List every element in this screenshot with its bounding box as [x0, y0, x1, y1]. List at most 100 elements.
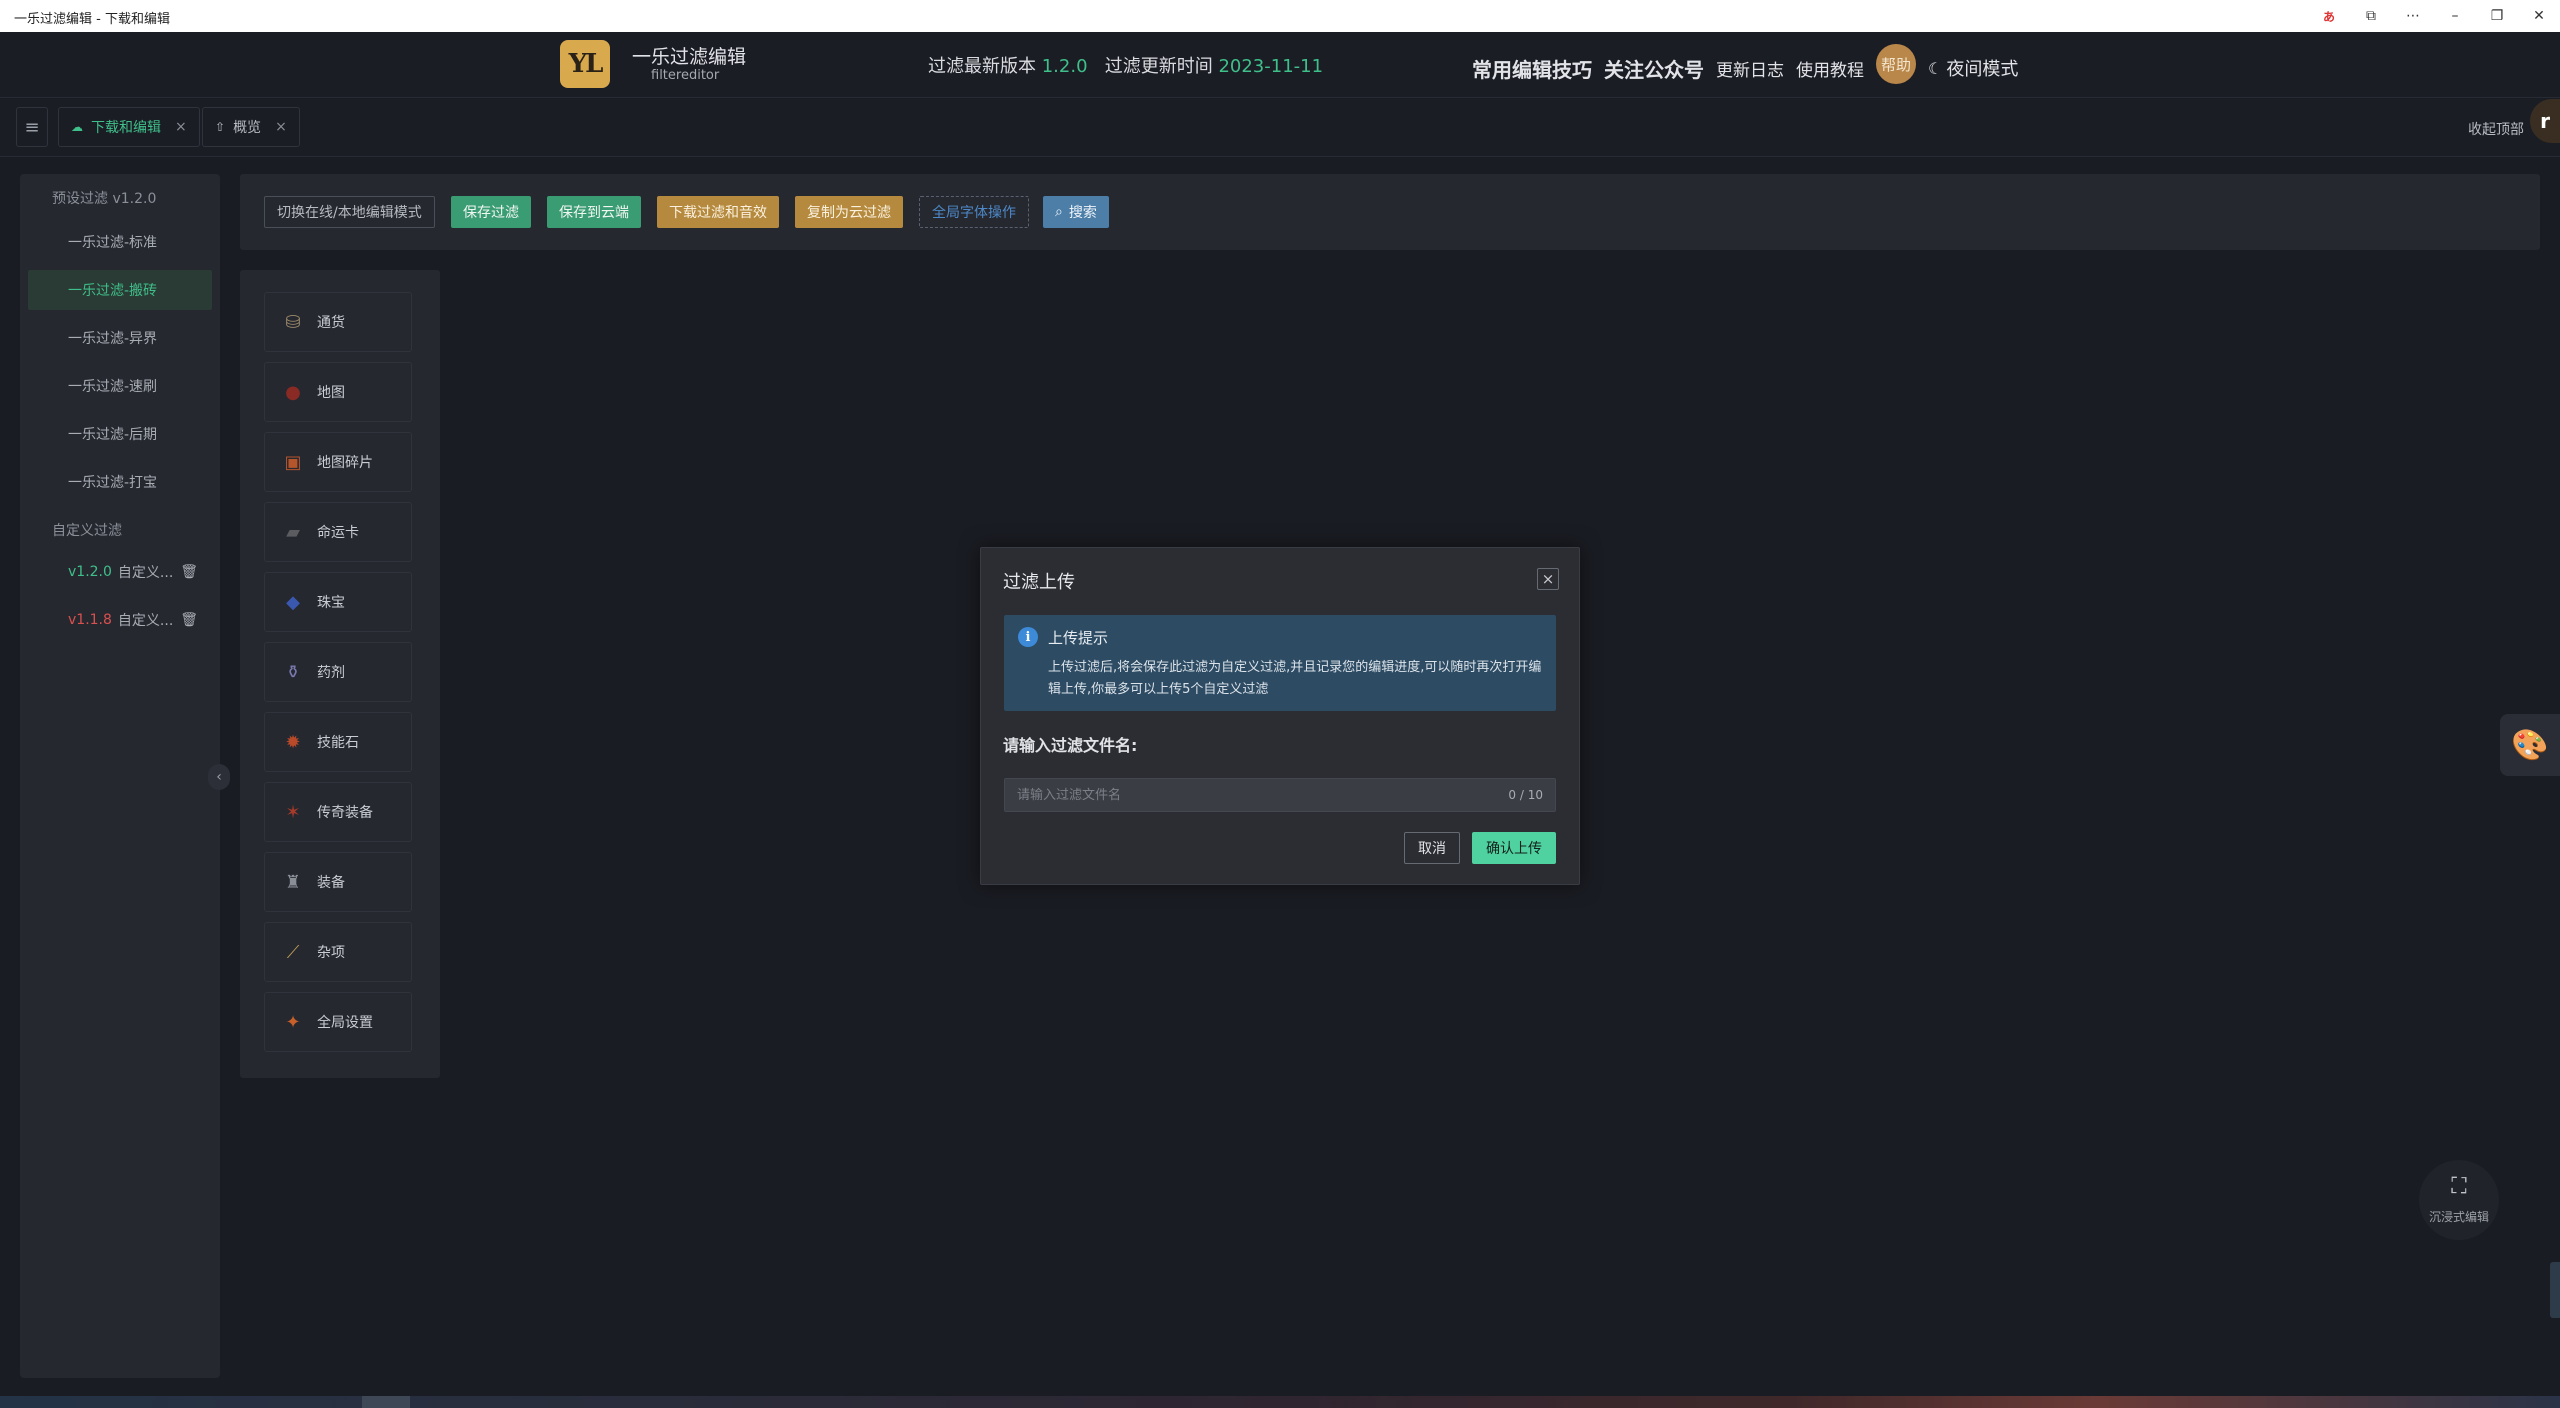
- taskbar-thumbnail[interactable]: [362, 1396, 410, 1408]
- category-label: 杂项: [317, 945, 345, 961]
- notice-body: 上传过滤后,将会保存此过滤为自定义过滤,并且记录您的编辑进度,可以随时再次打开编…: [1048, 660, 1542, 697]
- close-icon[interactable]: ✕: [2518, 0, 2560, 32]
- minimize-icon[interactable]: –: [2434, 0, 2476, 32]
- global-settings-icon: ✦: [285, 1011, 301, 1033]
- search-label: 搜索: [1068, 205, 1097, 221]
- cancel-button[interactable]: 取消: [1404, 832, 1460, 864]
- help-button[interactable]: 帮助: [1876, 44, 1916, 84]
- custom-name: 自定义...: [117, 565, 174, 581]
- fullscreen-icon: ⛶: [2451, 1173, 2467, 1199]
- trash-icon[interactable]: 🗑: [180, 564, 198, 580]
- category-label: 传奇装备: [317, 805, 373, 821]
- sidebar-collapse-chevron-icon[interactable]: ‹: [208, 764, 230, 790]
- custom-version: v1.1.8: [68, 612, 112, 628]
- currency-icon: ⛁: [285, 311, 301, 333]
- changelog-link[interactable]: 更新日志: [1716, 56, 1784, 81]
- category-flask[interactable]: ⚱ 药剂: [264, 642, 412, 702]
- close-icon[interactable]: ×: [1537, 568, 1559, 590]
- category-equipment[interactable]: ♜ 装备: [264, 852, 412, 912]
- save-cloud-button[interactable]: 保存到云端: [547, 196, 641, 228]
- tab-overview[interactable]: ⇧ 概览 ×: [202, 107, 300, 147]
- category-label: 全局设置: [317, 1015, 373, 1031]
- more-icon[interactable]: ⋯: [2392, 0, 2434, 32]
- share-icon[interactable]: ⧉: [2350, 0, 2392, 32]
- edge-widget[interactable]: [2550, 1262, 2560, 1318]
- cloud-icon: ☁: [71, 120, 83, 134]
- map-fragment-icon: ▣: [284, 451, 302, 473]
- save-filter-button[interactable]: 保存过滤: [451, 196, 531, 228]
- update-time-value: 2023-11-11: [1218, 56, 1324, 77]
- download-sound-button[interactable]: 下载过滤和音效: [657, 196, 779, 228]
- sidebar-item-loot[interactable]: 一乐过滤-打宝: [28, 462, 212, 502]
- switch-mode-button[interactable]: 切换在线/本地编辑模式: [264, 196, 435, 228]
- search-button[interactable]: ⌕ 搜索: [1043, 196, 1109, 228]
- tab-download-edit[interactable]: ☁ 下载和编辑 ×: [58, 107, 200, 147]
- collapse-top-button[interactable]: 收起顶部: [2468, 119, 2524, 139]
- category-label: 地图碎片: [317, 455, 373, 471]
- global-font-button[interactable]: 全局字体操作: [919, 196, 1029, 228]
- custom-name: 自定义...: [117, 613, 174, 629]
- latest-version-label: 过滤最新版本: [928, 56, 1036, 77]
- ime-icon[interactable]: あ: [2308, 0, 2350, 32]
- category-map-fragment[interactable]: ▣ 地图碎片: [264, 432, 412, 492]
- trash-icon[interactable]: 🗑: [180, 612, 198, 628]
- restore-icon[interactable]: ❐: [2476, 0, 2518, 32]
- custom-filter-item[interactable]: v1.2.0 自定义... 🗑: [28, 552, 212, 592]
- equipment-icon: ♜: [284, 871, 302, 893]
- sidebar-item-late[interactable]: 一乐过滤-后期: [28, 414, 212, 454]
- tabs-bar: ≡ ☁ 下载和编辑 × ⇧ 概览 × 收起顶部 r: [0, 99, 2560, 157]
- sidebar-item-otherworld[interactable]: 一乐过滤-异界: [28, 318, 212, 358]
- sidebar-item-standard[interactable]: 一乐过滤-标准: [28, 222, 212, 262]
- immersive-label: 沉浸式编辑: [2428, 1210, 2489, 1224]
- sidebar-item-speedrun[interactable]: 一乐过滤-速刷: [28, 366, 212, 406]
- app-header: YL 一乐过滤编辑 filtereditor 过滤最新版本 1.2.0 过滤更新…: [0, 32, 2560, 98]
- copy-cloud-button[interactable]: 复制为云过滤: [795, 196, 903, 228]
- logo-text: YL: [568, 49, 604, 79]
- profile-badge[interactable]: r: [2530, 99, 2560, 143]
- category-global-settings[interactable]: ✦ 全局设置: [264, 992, 412, 1052]
- category-currency[interactable]: ⛁ 通货: [264, 292, 412, 352]
- window-title: 一乐过滤编辑 - 下载和编辑: [14, 12, 170, 27]
- close-icon[interactable]: ×: [275, 119, 287, 135]
- category-label: 命运卡: [317, 525, 359, 541]
- sidebar-item-brick[interactable]: 一乐过滤-搬砖: [28, 270, 212, 310]
- tab-label: 概览: [233, 120, 262, 136]
- search-icon: ⌕: [1055, 204, 1063, 220]
- category-label: 珠宝: [317, 595, 345, 611]
- close-icon[interactable]: ×: [175, 119, 187, 135]
- filename-field[interactable]: 0 / 10: [1004, 778, 1556, 812]
- gem-icon: ✹: [285, 731, 301, 753]
- preset-group-title: 预设过滤 v1.2.0: [52, 191, 157, 207]
- night-mode-toggle[interactable]: 夜间模式: [1946, 55, 2018, 81]
- category-divination-card[interactable]: ▰ 命运卡: [264, 502, 412, 562]
- immersive-edit-button[interactable]: ⛶ 沉浸式编辑: [2419, 1160, 2499, 1240]
- category-gem[interactable]: ✹ 技能石: [264, 712, 412, 772]
- char-counter: 0 / 10: [1508, 788, 1543, 802]
- category-label: 通货: [317, 315, 345, 331]
- filename-label: 请输入过滤文件名:: [1003, 736, 1138, 755]
- category-label: 药剂: [317, 665, 345, 681]
- palette-icon[interactable]: 🎨: [2500, 714, 2560, 776]
- menu-icon[interactable]: ≡: [16, 107, 48, 147]
- cloud-upload-icon: ⇧: [215, 120, 226, 134]
- follow-link[interactable]: 关注公众号: [1604, 54, 1704, 83]
- category-map[interactable]: ● 地图: [264, 362, 412, 422]
- tips-link[interactable]: 常用编辑技巧: [1472, 54, 1592, 83]
- confirm-upload-button[interactable]: 确认上传: [1472, 832, 1556, 864]
- dialog-title: 过滤上传: [1003, 572, 1075, 593]
- unique-item-icon: ✶: [285, 801, 301, 823]
- version-info: 过滤最新版本 1.2.0 过滤更新时间 2023-11-11: [928, 52, 1323, 78]
- info-icon: i: [1018, 627, 1038, 647]
- category-unique-item[interactable]: ✶ 传奇装备: [264, 782, 412, 842]
- tab-label: 下载和编辑: [91, 120, 161, 136]
- header-links: 常用编辑技巧 关注公众号 更新日志 使用教程 帮助 ☾ 夜间模式: [1472, 44, 2018, 84]
- category-jewel[interactable]: ◆ 珠宝: [264, 572, 412, 632]
- tutorial-link[interactable]: 使用教程: [1796, 56, 1864, 81]
- logo[interactable]: YL: [560, 40, 610, 88]
- map-icon: ●: [285, 381, 301, 403]
- filename-input[interactable]: [1005, 779, 1465, 811]
- category-misc[interactable]: ⟋ 杂项: [264, 922, 412, 982]
- latest-version-value: 1.2.0: [1041, 56, 1088, 77]
- os-title-bar: 一乐过滤编辑 - 下载和编辑 あ ⧉ ⋯ – ❐ ✕: [0, 0, 2560, 32]
- custom-filter-item[interactable]: v1.1.8 自定义... 🗑: [28, 600, 212, 640]
